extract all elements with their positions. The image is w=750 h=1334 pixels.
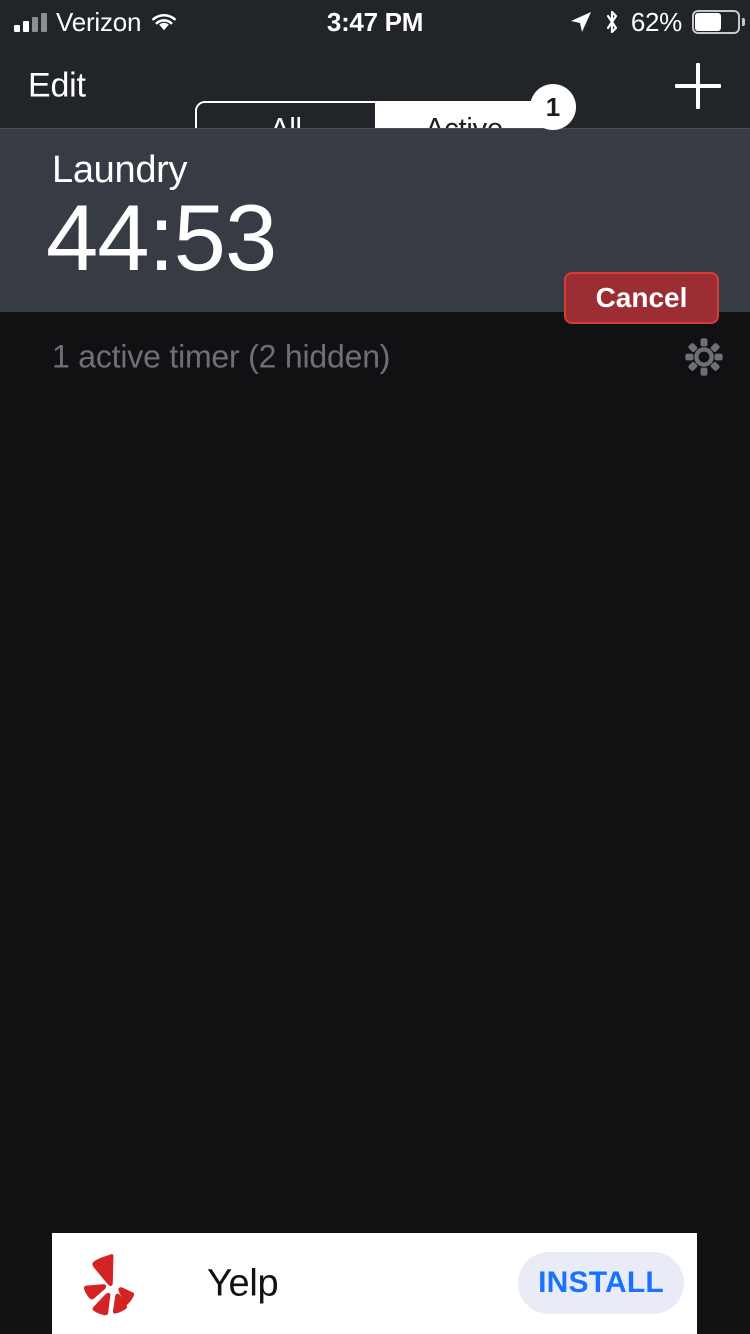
active-timer-summary: 1 active timer (2 hidden) bbox=[52, 338, 391, 375]
status-bar-right: 62% bbox=[569, 6, 745, 38]
active-count-badge: 1 bbox=[530, 84, 576, 130]
list-status-row: 1 active timer (2 hidden) bbox=[0, 312, 750, 402]
yelp-burst-icon bbox=[80, 1249, 146, 1319]
ad-app-name: Yelp bbox=[207, 1262, 279, 1304]
gear-icon[interactable] bbox=[680, 333, 728, 381]
timer-card[interactable]: Laundry 44:53 Cancel bbox=[0, 128, 750, 324]
status-bar: Verizon 3:47 PM 62% bbox=[0, 0, 750, 44]
edit-button[interactable]: Edit bbox=[28, 67, 86, 106]
install-button[interactable]: INSTALL bbox=[518, 1252, 684, 1314]
app-root: Verizon 3:47 PM 62% Edit 1 Laundry 44:53… bbox=[0, 0, 750, 1334]
bluetooth-icon bbox=[603, 9, 621, 35]
location-arrow-icon bbox=[569, 10, 593, 34]
navigation-bar: Edit All Active 1 bbox=[0, 44, 750, 157]
battery-icon bbox=[692, 10, 745, 34]
add-timer-button[interactable] bbox=[672, 60, 724, 112]
ad-banner[interactable]: Yelp INSTALL bbox=[52, 1233, 697, 1334]
timer-remaining-label: 44:53 bbox=[46, 185, 277, 290]
battery-percent-label: 62% bbox=[630, 6, 682, 37]
